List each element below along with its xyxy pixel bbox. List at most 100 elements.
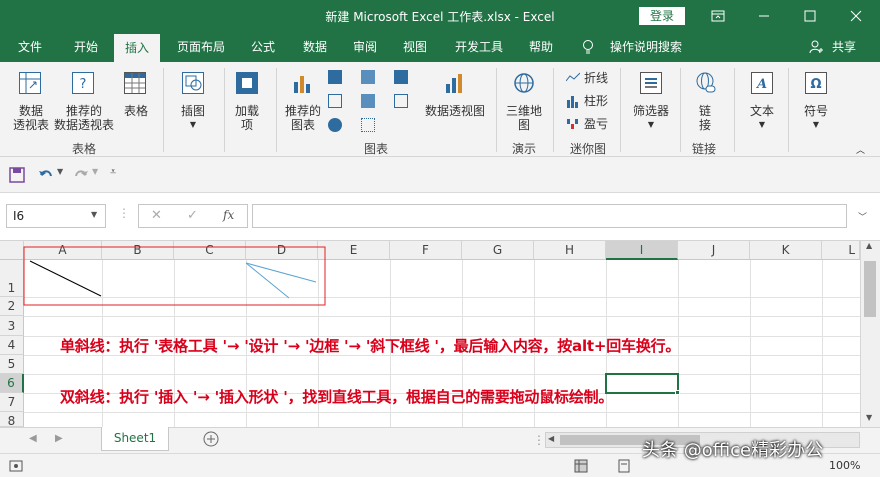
tab-help[interactable]: 帮助 [520, 32, 562, 62]
ribbon-tabs: 文件 开始 插入 页面布局 公式 数据 审阅 视图 开发工具 帮助 操作说明搜索… [0, 32, 880, 62]
sparkline-line-icon [565, 71, 581, 85]
svg-text:?: ? [80, 77, 87, 92]
fill-handle[interactable] [675, 390, 680, 395]
customize-qat-icon[interactable]: ⩡ [110, 165, 116, 179]
tab-developer[interactable]: 开发工具 [446, 32, 512, 62]
group-divider [276, 68, 277, 152]
recommended-charts-icon [292, 72, 314, 94]
sparkline-column-icon [566, 94, 580, 108]
close-icon[interactable] [833, 0, 879, 32]
waterfall-chart-icon[interactable] [394, 70, 408, 84]
cancel-icon[interactable]: ✕ [151, 208, 162, 223]
macro-record-icon[interactable] [9, 459, 23, 476]
sparkline-line-label: 折线 [584, 71, 609, 85]
illustrations-icon [182, 72, 204, 94]
page-layout-view-icon[interactable] [617, 459, 631, 476]
scroll-thumb[interactable] [864, 261, 876, 317]
sparkline-winloss-icon [566, 117, 580, 131]
group-divider [163, 68, 164, 152]
grip-icon: ⋮ [533, 433, 545, 447]
group-divider [620, 68, 621, 152]
watermark-text: 头条 @office精彩办公 [642, 440, 824, 461]
sparkline-winloss-label: 盈亏 [584, 117, 609, 131]
hierarchy-chart-icon[interactable] [361, 70, 375, 84]
text-icon: A [751, 72, 773, 94]
recommended-charts-label: 推荐的 图表 [284, 104, 321, 132]
note-double-diagonal: 双斜线：执行 '插入 '→ '插入形状 '，找到直线工具，根据自己的需要拖动鼠标… [60, 388, 614, 406]
minimize-icon[interactable] [741, 0, 787, 32]
group-divider [496, 68, 497, 152]
login-button[interactable]: 登录 [639, 7, 685, 25]
text-label: 文本 [749, 104, 774, 118]
pie-chart-icon[interactable] [328, 118, 342, 132]
scroll-up-icon[interactable]: ▲ [866, 241, 872, 250]
group-divider [553, 68, 554, 152]
formula-bar: I6 ▼ ⋮ ✕ ✓ fx ﹀ [0, 193, 880, 241]
next-sheet-icon[interactable]: ▶ [55, 433, 63, 444]
insert-function-button[interactable]: fx [223, 208, 234, 222]
expand-formula-icon[interactable]: ﹀ [858, 210, 867, 223]
tab-review[interactable]: 审阅 [344, 32, 386, 62]
add-ins-label: 加载 项 [234, 104, 259, 132]
link-icon [694, 72, 716, 94]
note-single-diagonal: 单斜线：执行 '表格工具 '→ '设计 '→ '边框 '→ '斜下框线 '，最后… [60, 337, 681, 355]
pivot-table-label: 数据 透视表 [12, 104, 49, 132]
redo-dropdown-icon[interactable]: ▼ [92, 167, 98, 176]
group-charts-label: 图表 [364, 142, 389, 156]
formula-input[interactable] [252, 204, 847, 228]
tab-home[interactable]: 开始 [62, 32, 110, 62]
ribbon-display-icon[interactable] [695, 0, 741, 32]
sparkline-column-label: 柱形 [584, 94, 609, 108]
tab-formulas[interactable]: 公式 [242, 32, 284, 62]
group-sparklines-label: 迷你图 [570, 142, 607, 156]
group-table-label: 表格 [72, 142, 97, 156]
zoom-level[interactable]: 100% [829, 459, 860, 472]
prev-sheet-icon[interactable]: ◀ [29, 433, 37, 444]
scatter-chart-icon[interactable] [361, 118, 375, 132]
group-tours-label: 演示 [512, 142, 537, 156]
share-user-icon[interactable] [808, 32, 824, 62]
normal-view-icon[interactable] [574, 459, 588, 476]
link-label: 链 接 [698, 104, 711, 132]
column-chart-icon[interactable] [328, 70, 342, 84]
sheet-tab[interactable]: Sheet1 [101, 427, 169, 451]
line-chart-icon[interactable] [328, 94, 342, 108]
lightbulb-icon [580, 32, 596, 62]
tab-insert[interactable]: 插入 [114, 34, 160, 62]
grip-icon: ⋮ [118, 206, 130, 220]
undo-icon[interactable] [38, 167, 54, 186]
share-button[interactable]: 共享 [828, 32, 860, 62]
pivot-chart-label: 数据透视图 [424, 104, 485, 118]
collapse-ribbon-icon[interactable]: ︿ [856, 144, 865, 158]
vertical-scrollbar[interactable]: ▲ ▼ [860, 241, 880, 427]
tell-me-search[interactable]: 操作说明搜索 [604, 32, 688, 62]
add-sheet-icon[interactable] [203, 431, 219, 450]
table-icon [124, 72, 146, 94]
svg-text:A: A [755, 77, 767, 92]
group-divider [224, 68, 225, 152]
title-bar: 新建 Microsoft Excel 工作表.xlsx - Excel 登录 [0, 0, 880, 32]
redo-icon[interactable] [73, 167, 89, 186]
globe-icon [513, 72, 535, 94]
tab-view[interactable]: 视图 [394, 32, 436, 62]
tab-page-layout[interactable]: 页面布局 [168, 32, 234, 62]
combo-chart-icon[interactable] [394, 94, 408, 108]
undo-dropdown-icon[interactable]: ▼ [57, 167, 63, 176]
save-icon[interactable] [9, 167, 25, 186]
symbol-label: 符号 [803, 104, 828, 118]
scroll-down-icon[interactable]: ▼ [866, 413, 872, 422]
enter-icon[interactable]: ✓ [187, 208, 198, 223]
maximize-icon[interactable] [787, 0, 833, 32]
tab-data[interactable]: 数据 [294, 32, 336, 62]
chevron-down-icon: ▼ [758, 120, 766, 129]
scroll-left-icon[interactable]: ◀ [548, 434, 554, 443]
statistic-chart-icon[interactable] [361, 94, 375, 108]
group-links-label: 链接 [692, 142, 717, 156]
quick-access-toolbar: ▼ ▼ ⩡ [0, 157, 880, 193]
chevron-down-icon[interactable]: ▼ [91, 210, 97, 219]
ribbon: 数据 透视表 ? 推荐的 数据透视表 表格 表格 插图 ▼ 加载 项 推荐的 图… [0, 62, 880, 157]
selected-cell-i6[interactable] [605, 373, 679, 394]
add-ins-icon [236, 72, 258, 94]
worksheet-grid[interactable]: A B C D E F G H I J K L 1 2 3 4 5 6 7 8 … [0, 241, 880, 427]
tab-file[interactable]: 文件 [8, 32, 52, 62]
